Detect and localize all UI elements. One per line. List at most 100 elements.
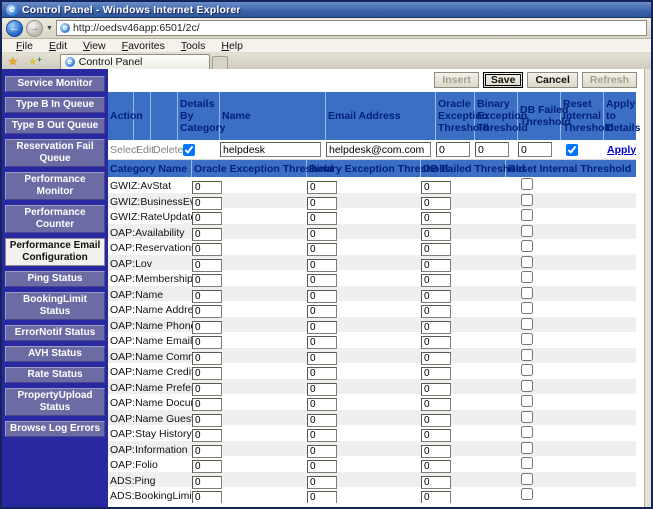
reset-internal-checkbox[interactable]	[521, 240, 533, 252]
sidebar-item-performance-counter[interactable]: Performance Counter	[5, 205, 105, 233]
insert-button[interactable]: Insert	[434, 72, 479, 88]
reset-internal-checkbox[interactable]	[521, 457, 533, 469]
new-tab-stub[interactable]	[212, 56, 228, 69]
reset-internal-checkbox[interactable]	[521, 178, 533, 190]
db-failed-threshold-input[interactable]	[518, 142, 552, 157]
reset-internal-checkbox[interactable]	[521, 426, 533, 438]
tab-control-panel[interactable]: e Control Panel	[60, 54, 210, 69]
sidebar-item-type-b-in-queue[interactable]: Type B In Queue	[5, 97, 105, 113]
reset-internal-checkbox[interactable]	[521, 194, 533, 206]
reset-internal-checkbox[interactable]	[521, 442, 533, 454]
sidebar-item-avh-status[interactable]: AVH Status	[5, 346, 105, 362]
menu-bar: File Edit View Favorites Tools Help	[2, 39, 651, 53]
sidebar: Service Monitor Type B In Queue Type B Out…	[2, 69, 108, 507]
table-row: GWIZ:AvStat	[108, 177, 636, 193]
sidebar-item-performance-monitor[interactable]: Performance Monitor	[5, 172, 105, 200]
reset-internal-checkbox[interactable]	[521, 395, 533, 407]
category-name: OAP:Lov	[108, 258, 192, 270]
oracle-threshold-input[interactable]	[436, 142, 470, 157]
sidebar-item-service-monitor[interactable]: Service Monitor	[5, 76, 105, 92]
sidebar-item-propertyupload-status[interactable]: PropertyUpload Status	[5, 388, 105, 416]
menu-favorites[interactable]: Favorites	[114, 40, 173, 52]
col-apply-to-details: Apply to Details	[604, 92, 636, 140]
tab-title: Control Panel	[79, 56, 143, 68]
col-email-address: Email Address	[326, 92, 436, 140]
col-category-name: Category Name	[108, 160, 192, 177]
sidebar-item-errornotif-status[interactable]: ErrorNotif Status	[5, 325, 105, 341]
table-row: OAP:Name Credit Card	[108, 363, 636, 379]
col-details-by-category: Details By Category	[178, 92, 220, 140]
category-table-body: GWIZ:AvStat GWIZ:BusinessEvent GWIZ:Rate…	[108, 177, 651, 503]
col-name: Name	[220, 92, 326, 140]
col-db-failed-threshold: DB Failed Threshold	[518, 92, 561, 140]
vertical-scrollbar[interactable]	[644, 69, 651, 507]
sidebar-item-reservation-fail-queue[interactable]: Reservation Fail Queue	[5, 139, 105, 167]
col-cat-binary-threshold: Binary Exception Threshold	[307, 160, 421, 177]
reset-internal-checkbox[interactable]	[521, 256, 533, 268]
url-text[interactable]: http://oedsv46app:6501/2c/	[73, 22, 200, 34]
menu-view[interactable]: View	[75, 40, 114, 52]
category-name: OAP:Memberships	[108, 273, 192, 285]
sidebar-item-ping-status[interactable]: Ping Status	[5, 271, 105, 287]
table-row: OAP:Stay History	[108, 425, 636, 441]
history-dropdown-icon[interactable]: ▼	[46, 25, 53, 32]
oracle-threshold-input[interactable]	[192, 491, 222, 503]
reset-internal-checkbox[interactable]	[521, 225, 533, 237]
reset-internal-checkbox[interactable]	[521, 333, 533, 345]
email-address-input[interactable]	[326, 142, 431, 157]
reset-internal-checkbox[interactable]	[521, 271, 533, 283]
add-favorite-icon[interactable]: ★+	[24, 55, 42, 69]
category-name: OAP:Name Documents	[108, 397, 192, 409]
favorites-star-icon[interactable]: ★	[4, 55, 22, 69]
apply-link[interactable]: Apply	[604, 144, 636, 156]
table-row: OAP:Name Phone	[108, 317, 636, 333]
table-row: OAP:Information	[108, 441, 636, 457]
reset-internal-checkbox[interactable]	[521, 488, 533, 500]
sidebar-item-browse-log-errors[interactable]: Browse Log Errors	[5, 421, 105, 437]
reset-internal-checkbox[interactable]	[521, 302, 533, 314]
back-button[interactable]: ←	[6, 20, 23, 37]
forward-button[interactable]: →	[26, 20, 43, 37]
category-name: OAP:Name Guest Card	[108, 413, 192, 425]
table-row: OAP:Name Guest Card	[108, 410, 636, 426]
col-oracle-threshold: Oracle Exception Threshold	[436, 92, 475, 140]
refresh-button[interactable]: Refresh	[582, 72, 637, 88]
col-cat-db-failed-threshold: DB Failed Threshold	[421, 160, 506, 177]
table-row: OAP:Memberships	[108, 270, 636, 286]
binary-threshold-input[interactable]	[307, 491, 337, 503]
category-name: OAP:Name Preference	[108, 382, 192, 394]
ie-logo-icon: e	[6, 4, 18, 16]
sidebar-item-performance-email-configuration[interactable]: Performance Email Configuration	[5, 238, 105, 266]
address-bar[interactable]: e http://oedsv46app:6501/2c/	[56, 20, 647, 36]
details-by-category-checkbox[interactable]	[183, 144, 195, 156]
category-name: OAP:Name Comment	[108, 351, 192, 363]
binary-threshold-input[interactable]	[475, 142, 509, 157]
menu-help[interactable]: Help	[213, 40, 251, 52]
reset-internal-checkbox[interactable]	[521, 473, 533, 485]
category-name: OAP:Information	[108, 444, 192, 456]
db-failed-threshold-input[interactable]	[421, 491, 451, 503]
name-input[interactable]	[220, 142, 321, 157]
reset-internal-checkbox[interactable]	[521, 364, 533, 376]
tab-ie-icon: e	[65, 57, 75, 67]
reset-internal-checkbox[interactable]	[521, 380, 533, 392]
menu-tools[interactable]: Tools	[173, 40, 214, 52]
title-bar: e Control Panel - Windows Internet Explo…	[2, 2, 651, 18]
menu-edit[interactable]: Edit	[41, 40, 75, 52]
reset-internal-checkbox[interactable]	[521, 318, 533, 330]
save-button[interactable]: Save	[483, 72, 524, 88]
email-table-row: Select Edit Delete Apply	[108, 140, 636, 160]
reset-internal-checkbox[interactable]	[566, 144, 578, 156]
reset-internal-checkbox[interactable]	[521, 349, 533, 361]
table-row: OAP:Folio	[108, 456, 636, 472]
reset-internal-checkbox[interactable]	[521, 411, 533, 423]
cancel-button[interactable]: Cancel	[527, 72, 577, 88]
table-row: OAP:Lov	[108, 255, 636, 271]
reset-internal-checkbox[interactable]	[521, 209, 533, 221]
sidebar-item-bookinglimit-status[interactable]: BookingLimit Status	[5, 292, 105, 320]
menu-file[interactable]: File	[8, 40, 41, 52]
reset-internal-checkbox[interactable]	[521, 287, 533, 299]
sidebar-item-type-b-out-queue[interactable]: Type B Out Queue	[5, 118, 105, 134]
category-name: OAP:Folio	[108, 459, 192, 471]
sidebar-item-rate-status[interactable]: Rate Status	[5, 367, 105, 383]
